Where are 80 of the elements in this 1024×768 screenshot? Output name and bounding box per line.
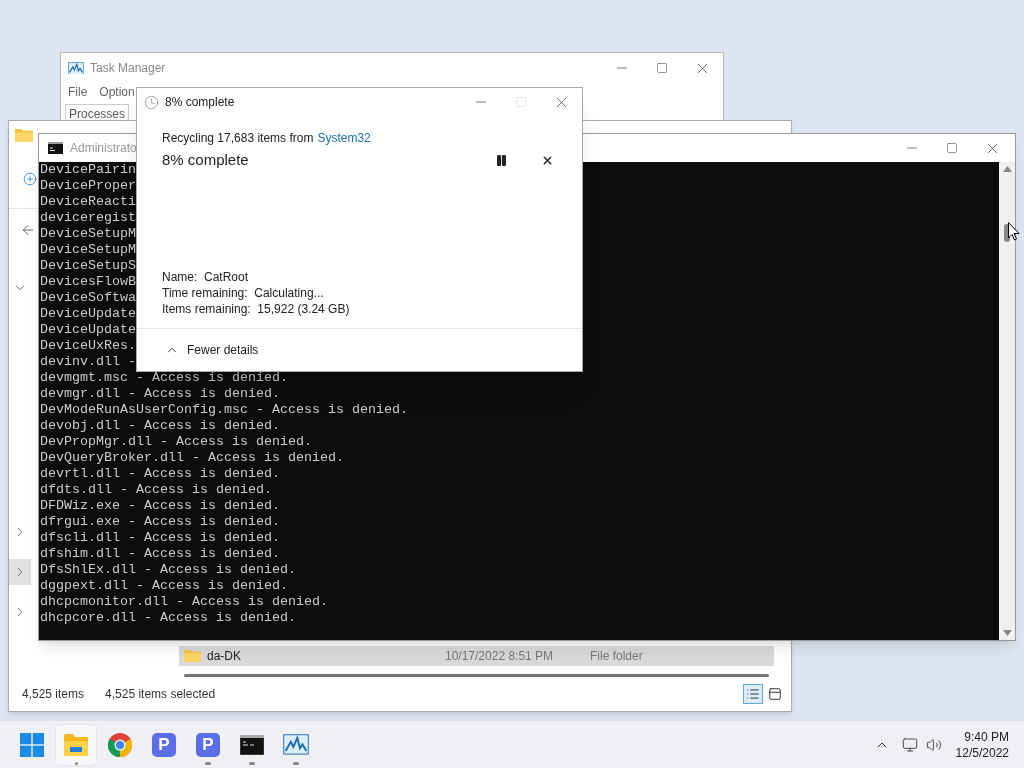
back-icon[interactable]	[20, 222, 36, 238]
terminal-icon	[48, 142, 63, 154]
folder-icon	[184, 649, 201, 663]
folder-icon	[64, 733, 88, 756]
terminal-icon	[240, 734, 264, 755]
horizontal-scrollbar[interactable]	[184, 674, 769, 677]
running-indicator	[249, 761, 255, 765]
volume-icon[interactable]	[925, 736, 942, 753]
app-logo-icon: P	[196, 732, 220, 757]
console-line: DevModeRunAsUserConfig.msc - Access is denied.	[40, 402, 408, 418]
console-line: DeviceUxRes.	[40, 338, 136, 354]
file-row[interactable]: da-DK 10/17/2022 8:51 PM File folder	[179, 646, 774, 666]
menu-item[interactable]: File	[68, 83, 88, 101]
clock-icon	[144, 94, 159, 110]
detail-line: Time remaining: Calculating...	[162, 284, 324, 301]
window-title: Task Manager	[90, 60, 166, 77]
task-manager-icon	[283, 734, 309, 755]
task-manager-icon	[68, 61, 84, 75]
console-line: devrtl.dll - Access is denied.	[40, 466, 280, 482]
file-name: da-DK	[207, 648, 242, 665]
console-line: DeviceSetupS	[40, 258, 136, 274]
browser-icon	[108, 732, 132, 757]
view-button[interactable]	[743, 684, 763, 704]
list-icon	[746, 687, 760, 701]
console-line: DeviceSetupM	[40, 242, 136, 258]
vertical-scrollbar[interactable]	[999, 162, 1015, 640]
clock-button[interactable]: 9:40 PM 12/5/2022	[955, 728, 1009, 761]
file-date: 10/17/2022 8:51 PM	[445, 648, 555, 665]
console-line: devmgr.dll - Access is denied.	[40, 386, 280, 402]
maximize-icon[interactable]	[656, 62, 668, 74]
running-indicator	[293, 761, 299, 765]
progress-heading: 8% complete	[162, 150, 249, 170]
console-line: DeviceReacti	[40, 194, 136, 210]
console-line: devinv.dll -	[40, 354, 136, 370]
running-indicator	[74, 761, 78, 765]
console-line: dfrgui.exe - Access is denied.	[40, 514, 280, 530]
summary-text: Recycling 17,683 items from	[162, 130, 314, 147]
menu-item[interactable]: Option	[99, 83, 135, 101]
file-type: File folder	[590, 648, 643, 665]
console-line: dfdts.dll - Access is denied.	[40, 482, 272, 498]
pause-icon[interactable]	[495, 153, 508, 167]
console-line: dfshim.dll - Access is denied.	[40, 546, 280, 562]
console-line: devmgmt.msc - Access is denied.	[40, 370, 288, 386]
panel-icon	[768, 687, 782, 701]
source-link[interactable]: System32	[317, 129, 371, 147]
console-line: deviceregist	[40, 210, 136, 226]
selection-count: 4,525 items selected	[105, 686, 216, 703]
console-line: DeviceUpdate	[40, 322, 136, 338]
new-icon[interactable]	[23, 171, 37, 186]
console-line: DFDWiz.exe - Access is denied.	[40, 498, 280, 514]
running-indicator	[205, 761, 211, 765]
console-line: DeviceSetupM	[40, 226, 136, 242]
detail-line: Items remaining: 15,922 (3.24 GB)	[162, 300, 350, 317]
window-title: Administrato	[70, 140, 137, 157]
console-line: DevicesFlowB	[40, 274, 136, 290]
console-line: devobj.dll - Access is denied.	[40, 418, 280, 434]
console-line: DevPropMgr.dll - Access is denied.	[40, 434, 312, 450]
console-line: dfscli.dll - Access is denied.	[40, 530, 280, 546]
window-title: 8% complete	[165, 94, 235, 111]
app-logo-icon: P	[152, 732, 176, 757]
taskbar-app-button[interactable]: P	[188, 724, 228, 765]
console-line: DevQueryBroker.dll - Access is denied.	[40, 450, 344, 466]
console-line: dhcpcmonitor.dll - Access is denied.	[40, 594, 328, 610]
windows-logo-icon	[20, 732, 44, 757]
detail-line: Name: CatRoot	[162, 268, 249, 285]
console-line: DeviceProper	[40, 178, 136, 194]
console-line: DevicePairin	[40, 162, 136, 178]
item-count: 4,525 items	[22, 686, 85, 703]
scroll-down-icon[interactable]	[1002, 630, 1012, 636]
scroll-up-icon[interactable]	[1002, 166, 1012, 172]
fewer-details-toggle[interactable]: Fewer details	[165, 341, 259, 359]
network-icon[interactable]	[901, 736, 918, 753]
console-line: DfsShlEx.dll - Access is denied.	[40, 562, 296, 578]
console-line: DeviceUpdate	[40, 306, 136, 322]
maximize-icon[interactable]	[946, 142, 958, 154]
console-line: dhcpcore.dll - Access is denied.	[40, 610, 296, 626]
console-line: dggpext.dll - Access is denied.	[40, 578, 288, 594]
taskbar-app-button[interactable]: P	[144, 724, 184, 765]
console-line: DeviceSoftwa	[40, 290, 136, 306]
folder-icon	[15, 127, 33, 143]
